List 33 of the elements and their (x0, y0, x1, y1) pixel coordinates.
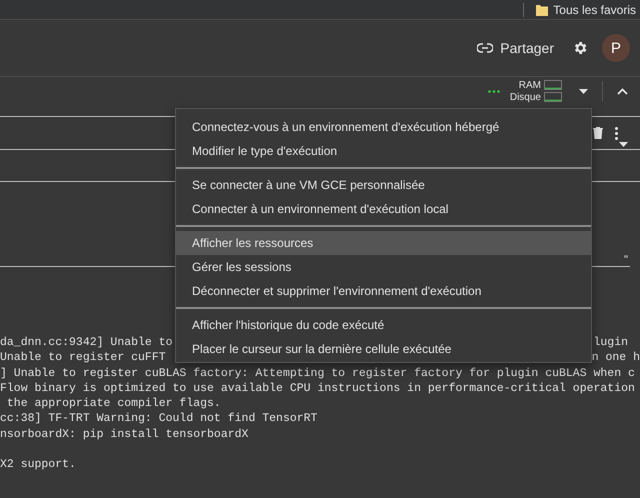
menu-item[interactable]: Gérer les sessions (176, 255, 591, 279)
menu-item[interactable]: Afficher l'historique du code exécuté (176, 313, 591, 337)
trash-icon[interactable] (593, 127, 603, 139)
menu-item[interactable]: Se connecter à une VM GCE personnalisée (176, 173, 591, 197)
caret-icon[interactable] (579, 88, 588, 94)
menu-item[interactable]: Déconnecter et supprimer l'environnement d'exécution (176, 279, 591, 303)
usage-graph (544, 80, 562, 90)
output-text: the appropriate compiler flags. (6, 396, 221, 412)
folder-icon (536, 4, 548, 16)
share-button[interactable]: Partager (473, 36, 558, 60)
menu-item[interactable]: Afficher les ressources (176, 231, 591, 255)
usage-graph (544, 92, 562, 102)
bookmark-folder[interactable]: Tous les favoris (553, 2, 636, 16)
menu-item[interactable]: Modifier le type d'exécution (176, 139, 591, 163)
menu-item[interactable]: Connectez-vous à un environnement d'exécution hébergé (176, 115, 591, 139)
output-text: da_dnn.cc:9342] Unable to (0, 335, 173, 350)
link-icon (477, 43, 494, 53)
caret-icon[interactable] (619, 142, 628, 147)
chevron-up-icon[interactable] (617, 88, 628, 94)
more-vertical-icon[interactable] (615, 126, 618, 140)
output-text: X2 support. (0, 457, 76, 473)
output-text: cc:38] TF-TRT Warning: Could not find TensorRT (0, 411, 318, 427)
settings-icon[interactable] (572, 40, 588, 56)
output-text: Flow binary is optimized to use available CPU instructions in performance-critical operation (0, 380, 635, 396)
output-text: nsorboardX: pip install tensorboardX (0, 426, 248, 442)
output-text: Unable to register cuFFT (0, 350, 166, 366)
connected-status-icon (488, 90, 500, 92)
resource-label: Disque (510, 92, 541, 102)
resource-label: RAM (518, 80, 541, 90)
menu-item[interactable]: Connecter à un environnement d'exécution local (176, 197, 591, 221)
quote-mark: " (624, 254, 628, 266)
avatar[interactable]: P (602, 34, 630, 62)
output-text: ] Unable to register cuBLAS factory: Attempting to register factory for plugin cuBLAS when c (0, 366, 635, 381)
